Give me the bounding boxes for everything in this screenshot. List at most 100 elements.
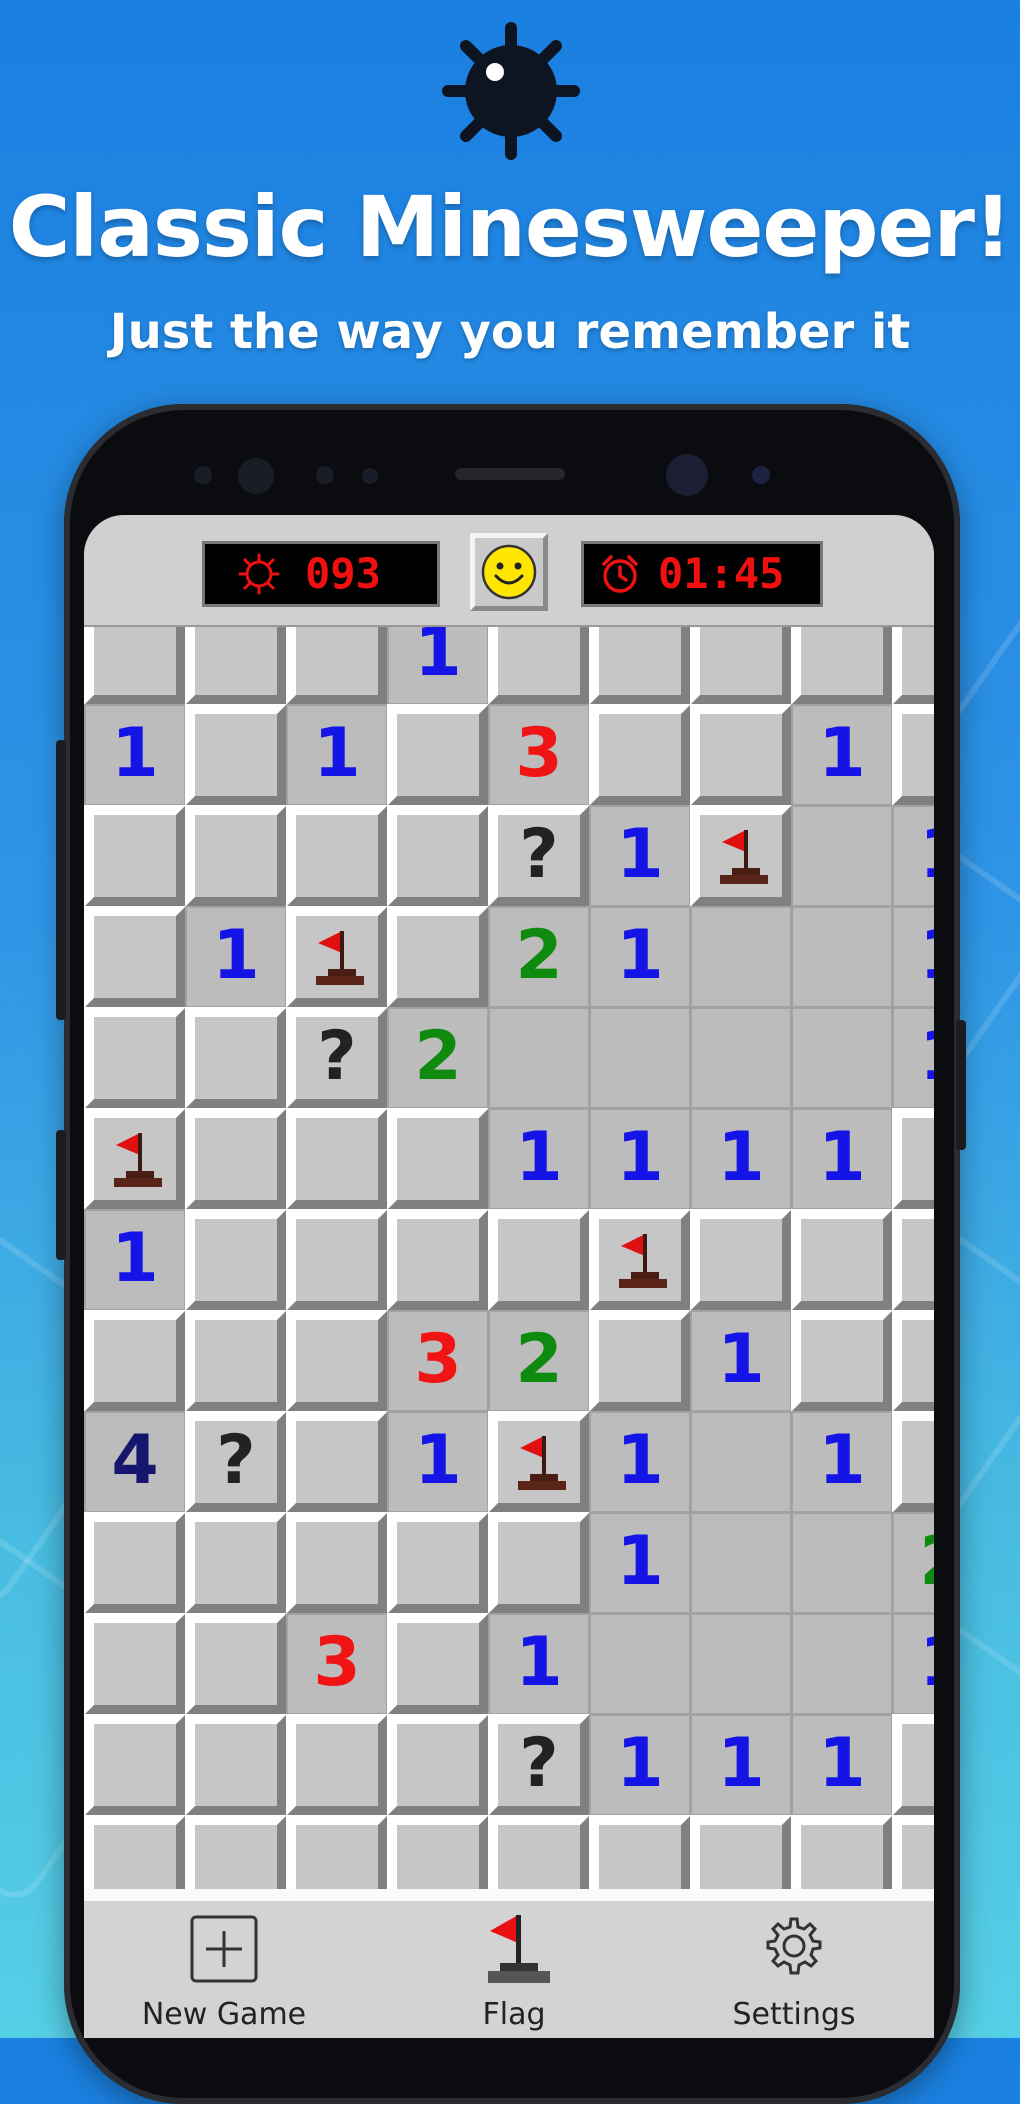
cell-closed[interactable] — [791, 1310, 893, 1412]
cell-closed[interactable] — [892, 1310, 934, 1412]
cell-closed[interactable] — [589, 627, 691, 705]
cell-number[interactable]: 1 — [589, 906, 691, 1008]
cell-number[interactable]: 1 — [185, 906, 287, 1008]
cell-closed[interactable] — [892, 1411, 934, 1513]
cell-flagged[interactable] — [690, 805, 792, 907]
cell-number[interactable]: 1 — [387, 1411, 489, 1513]
cell-flagged[interactable] — [84, 1108, 186, 1210]
cell-closed[interactable] — [286, 1108, 388, 1210]
cell-number[interactable]: 1 — [589, 1714, 691, 1816]
cell-closed[interactable] — [892, 1209, 934, 1311]
cell-flagged[interactable] — [589, 1209, 691, 1311]
cell-open[interactable] — [791, 906, 893, 1008]
cell-number[interactable]: 1 — [488, 1613, 590, 1715]
cell-closed[interactable] — [488, 627, 590, 705]
cell-closed[interactable] — [589, 1815, 691, 1895]
flag-mode-button[interactable]: Flag — [444, 1901, 584, 2038]
cell-number[interactable]: 3 — [387, 1310, 489, 1412]
cell-closed[interactable] — [387, 1108, 489, 1210]
cell-closed[interactable] — [286, 1714, 388, 1816]
cell-number[interactable]: 1 — [84, 704, 186, 806]
cell-open[interactable] — [589, 1613, 691, 1715]
cell-closed[interactable] — [185, 1007, 287, 1109]
new-game-button[interactable]: New Game — [124, 1901, 324, 2038]
cell-closed[interactable] — [387, 906, 489, 1008]
cell-number[interactable]: 1 — [791, 1714, 893, 1816]
cell-number[interactable]: 1 — [286, 704, 388, 806]
minefield[interactable]: 11131?111211?21111113214?11112311?111 — [84, 627, 934, 1895]
cell-closed[interactable] — [488, 1512, 590, 1614]
cell-open[interactable] — [791, 1007, 893, 1109]
cell-closed[interactable] — [286, 1512, 388, 1614]
cell-number[interactable]: 1 — [892, 1007, 934, 1109]
cell-closed[interactable] — [286, 627, 388, 705]
cell-closed[interactable] — [84, 1613, 186, 1715]
cell-open[interactable] — [791, 1512, 893, 1614]
cell-closed[interactable] — [286, 1411, 388, 1513]
cell-closed[interactable] — [892, 704, 934, 806]
cell-number[interactable]: 3 — [286, 1613, 388, 1715]
cell-closed[interactable] — [185, 627, 287, 705]
cell-number[interactable]: 1 — [690, 1310, 792, 1412]
cell-open[interactable] — [690, 1411, 792, 1513]
cell-number[interactable]: 1 — [589, 1411, 691, 1513]
cell-closed[interactable] — [286, 1815, 388, 1895]
new-game-face-button[interactable] — [470, 533, 548, 611]
cell-closed[interactable] — [387, 1714, 489, 1816]
cell-closed[interactable] — [185, 1209, 287, 1311]
cell-number[interactable]: 1 — [589, 1512, 691, 1614]
cell-number[interactable]: 1 — [84, 1209, 186, 1311]
cell-number[interactable]: 1 — [892, 805, 934, 907]
cell-closed[interactable] — [286, 1209, 388, 1311]
cell-closed[interactable] — [488, 1815, 590, 1895]
cell-closed[interactable] — [892, 627, 934, 705]
cell-closed[interactable] — [84, 627, 186, 705]
cell-closed[interactable] — [84, 1310, 186, 1412]
cell-number[interactable]: 1 — [791, 704, 893, 806]
cell-closed[interactable] — [387, 1815, 489, 1895]
settings-button[interactable]: Settings — [704, 1901, 884, 2038]
cell-closed[interactable] — [185, 1512, 287, 1614]
cell-number[interactable]: 1 — [589, 805, 691, 907]
cell-open[interactable] — [589, 1007, 691, 1109]
cell-question[interactable]: ? — [488, 1714, 590, 1816]
cell-closed[interactable] — [690, 704, 792, 806]
cell-number[interactable]: 1 — [488, 1108, 590, 1210]
cell-closed[interactable] — [84, 906, 186, 1008]
cell-number[interactable]: 1 — [690, 1108, 792, 1210]
cell-closed[interactable] — [286, 805, 388, 907]
cell-number[interactable]: 2 — [387, 1007, 489, 1109]
cell-number[interactable]: 1 — [690, 1714, 792, 1816]
cell-number[interactable]: 1 — [791, 1108, 893, 1210]
cell-closed[interactable] — [488, 1209, 590, 1311]
cell-closed[interactable] — [589, 704, 691, 806]
cell-closed[interactable] — [387, 704, 489, 806]
cell-open[interactable] — [791, 1613, 893, 1715]
cell-open[interactable] — [791, 805, 893, 907]
cell-closed[interactable] — [387, 805, 489, 907]
cell-question[interactable]: ? — [488, 805, 590, 907]
cell-open[interactable] — [690, 1512, 792, 1614]
cell-open[interactable] — [488, 1007, 590, 1109]
cell-number[interactable]: 3 — [488, 704, 590, 806]
cell-closed[interactable] — [84, 1815, 186, 1895]
cell-closed[interactable] — [387, 1613, 489, 1715]
cell-closed[interactable] — [185, 1310, 287, 1412]
cell-open[interactable] — [690, 1613, 792, 1715]
cell-closed[interactable] — [690, 1209, 792, 1311]
cell-closed[interactable] — [589, 1310, 691, 1412]
cell-number[interactable]: 1 — [589, 1108, 691, 1210]
cell-closed[interactable] — [185, 1714, 287, 1816]
cell-open[interactable] — [690, 906, 792, 1008]
cell-closed[interactable] — [387, 1512, 489, 1614]
cell-closed[interactable] — [185, 704, 287, 806]
cell-closed[interactable] — [791, 1815, 893, 1895]
cell-closed[interactable] — [892, 1815, 934, 1895]
cell-closed[interactable] — [690, 627, 792, 705]
cell-closed[interactable] — [84, 805, 186, 907]
cell-closed[interactable] — [791, 1209, 893, 1311]
cell-number[interactable]: 2 — [488, 1310, 590, 1412]
cell-open[interactable] — [690, 1007, 792, 1109]
cell-closed[interactable] — [892, 1714, 934, 1816]
cell-number[interactable]: 1 — [387, 627, 489, 705]
